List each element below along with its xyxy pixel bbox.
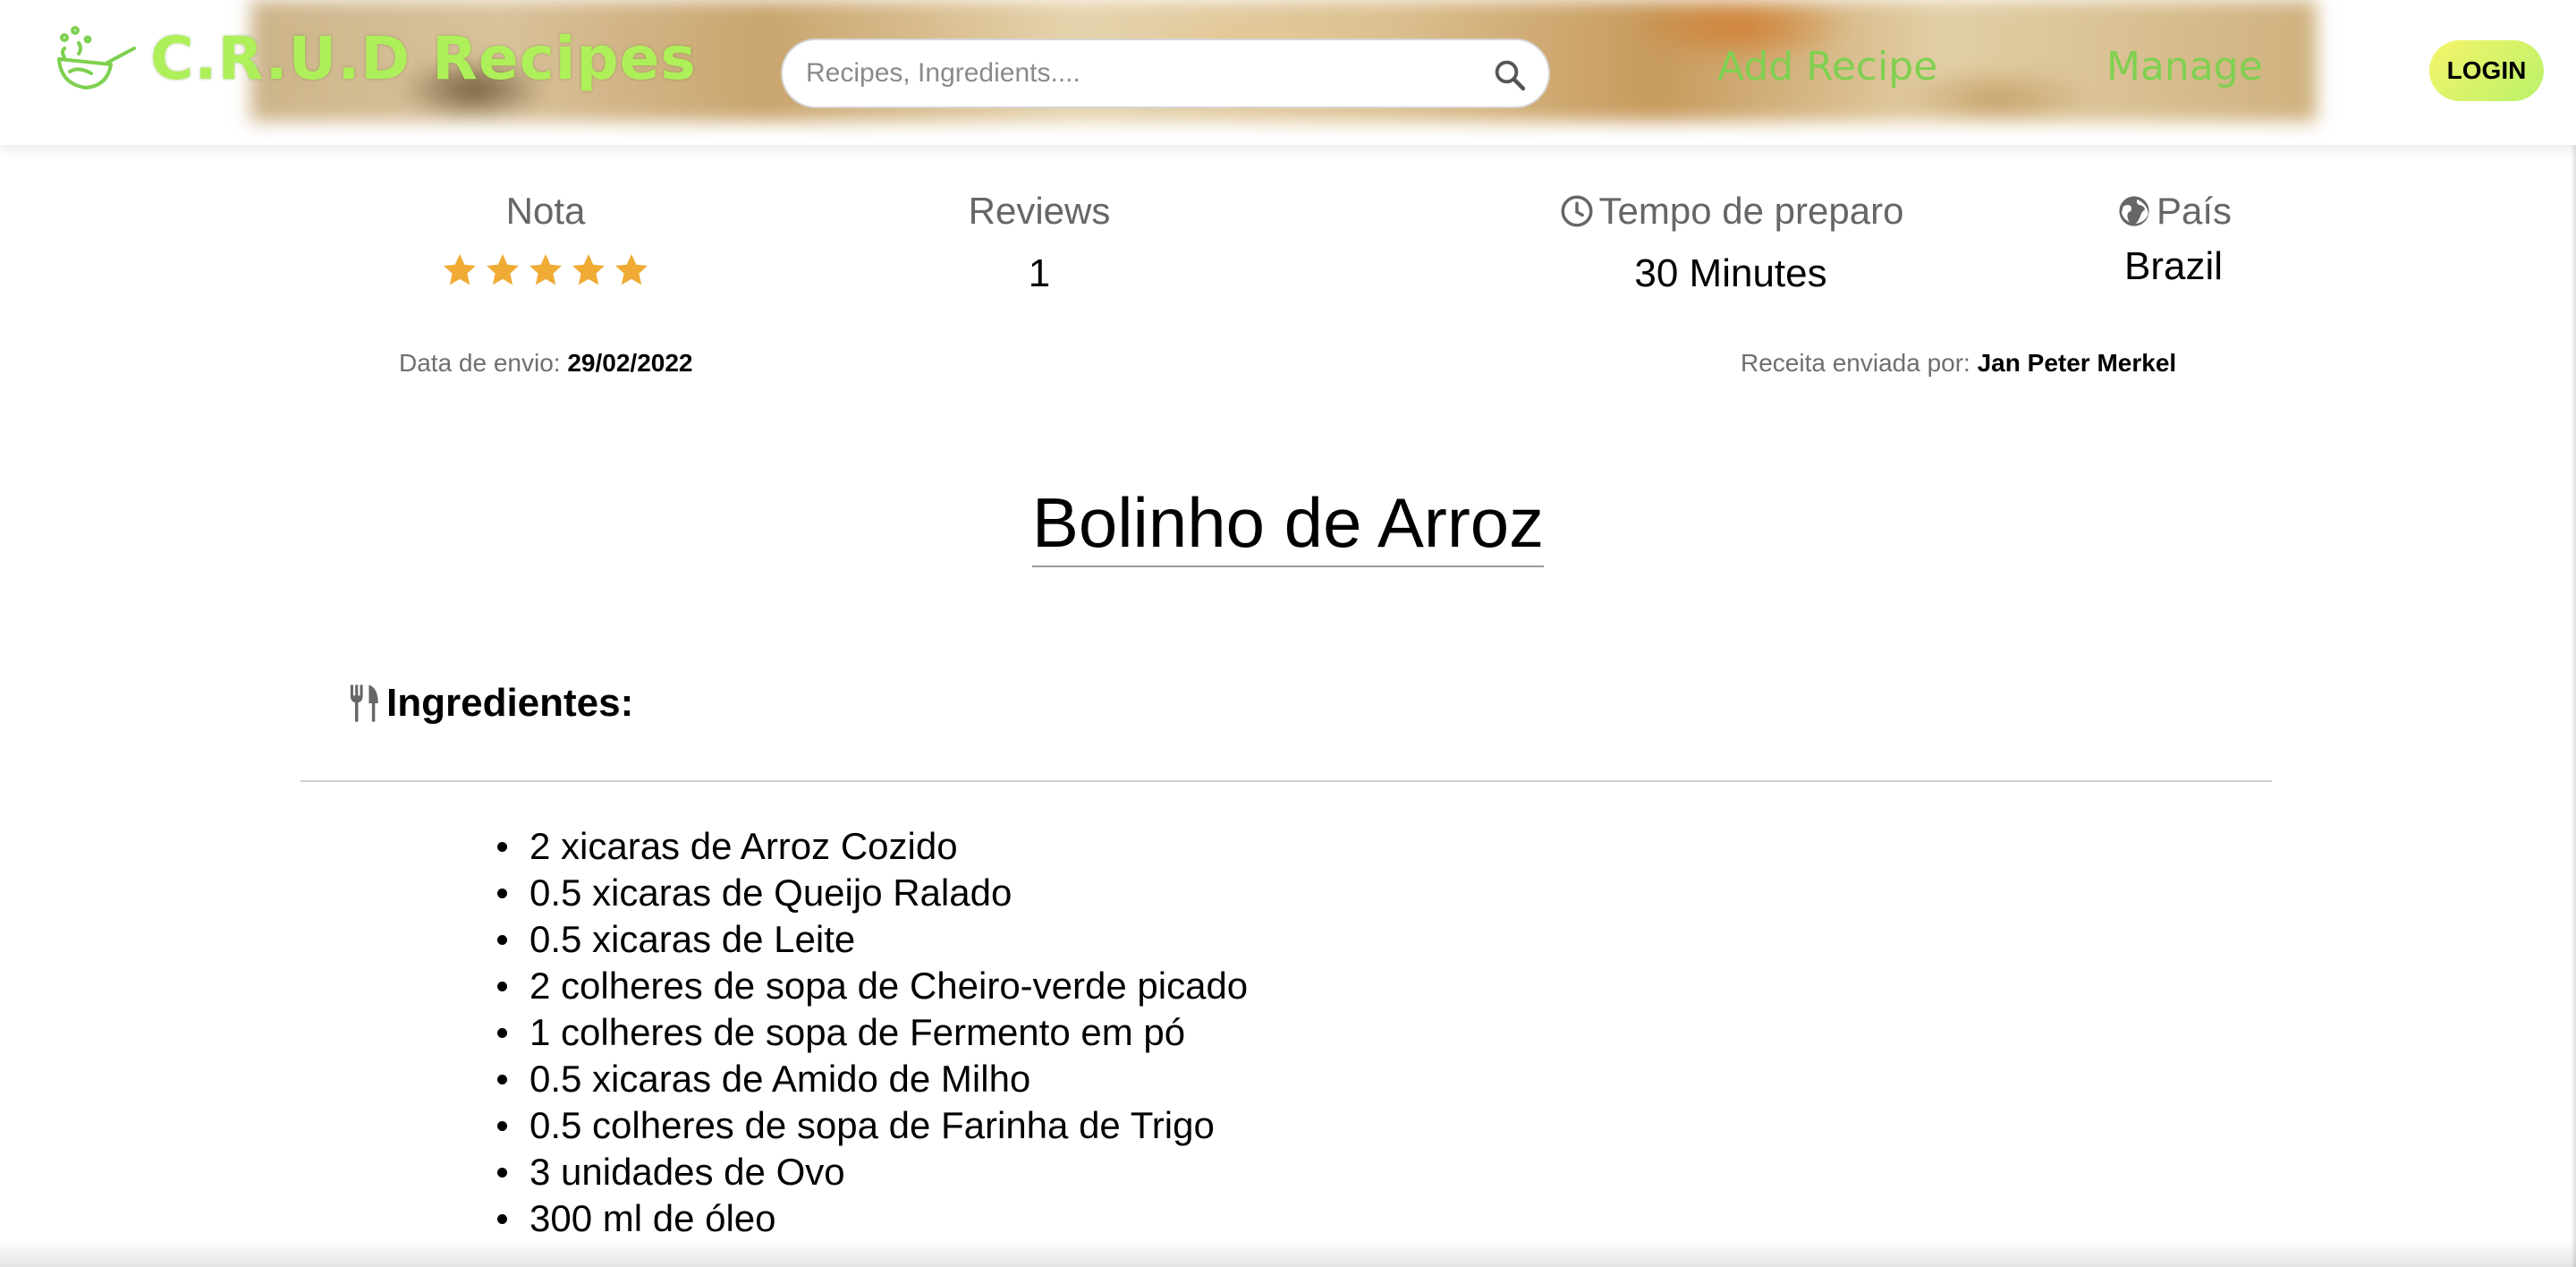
star-icon	[444, 254, 476, 285]
rating-label: Nota	[505, 190, 586, 232]
star-icon	[615, 254, 648, 285]
submission-date-label: Data de envio:	[399, 349, 561, 377]
ingredient-item: 0.5 xicaras de Amido de Milho	[496, 1056, 1248, 1102]
search-icon[interactable]	[1491, 56, 1529, 94]
ingredients-heading: Ingredientes:	[347, 680, 633, 727]
star-icon	[530, 254, 562, 285]
ingredients-title: Ingredientes:	[386, 681, 634, 725]
login-button[interactable]: LOGIN	[2429, 40, 2544, 101]
submitted-by: Receita enviada por: Jan Peter Merkel	[1741, 349, 2176, 378]
ingredient-item: 0.5 xicaras de Leite	[496, 916, 1248, 963]
reviews-count: 1	[1028, 251, 1051, 295]
ingredient-item: 1 colheres de sopa de Fermento em pó	[496, 1009, 1248, 1056]
ingredient-item: 2 colheres de sopa de Cheiro-verde picad…	[496, 963, 1248, 1009]
bottom-shadow	[0, 1240, 2576, 1267]
prep-time-label: Tempo de preparo	[1598, 190, 1904, 232]
ingredient-item: 3 unidades de Ovo	[496, 1149, 1248, 1195]
rating-stars	[411, 251, 680, 290]
prep-time-block: Tempo de preparo 30 Minutes	[1521, 188, 1941, 297]
logo-text: C.R.U.D Recipes	[150, 24, 697, 93]
clock-icon	[1561, 195, 1593, 227]
window-edge-shadow	[2571, 0, 2576, 1267]
nav-add-recipe-link[interactable]: Add Recipe	[1717, 40, 1937, 94]
wok-pan-icon	[57, 26, 136, 89]
fork-knife-icon	[350, 685, 378, 722]
country-value: Brazil	[2123, 244, 2224, 288]
top-navbar: C.R.U.D Recipes Add Recipe Manage LOGIN	[0, 0, 2576, 145]
recipe-title-text: Bolinho de Arroz	[1031, 481, 1545, 567]
star-icon	[487, 254, 519, 285]
ingredient-list: 2 xicaras de Arroz Cozido 0.5 xicaras de …	[496, 823, 1248, 1242]
ingredient-item: 0.5 colheres de sopa de Farinha de Trigo	[496, 1102, 1248, 1149]
reviews-label: Reviews	[968, 190, 1111, 232]
star-icon	[572, 254, 605, 285]
recipe-title: Bolinho de Arroz	[0, 481, 2576, 567]
reviews-block: Reviews 1	[905, 188, 1174, 297]
submission-date-value: 29/02/2022	[567, 349, 693, 377]
prep-time-value: 30 Minutes	[1634, 251, 1827, 295]
nav-manage-link[interactable]: Manage	[2106, 40, 2263, 94]
ingredient-item: 0.5 xicaras de Queijo Ralado	[496, 870, 1248, 916]
ingredient-item: 2 xicaras de Arroz Cozido	[496, 823, 1248, 870]
submitted-by-author: Jan Peter Merkel	[1977, 349, 2177, 377]
globe-icon	[2119, 196, 2149, 226]
country-label: País	[2156, 190, 2233, 232]
country-header: País	[2084, 188, 2263, 234]
submission-date: Data de envio: 29/02/2022	[399, 349, 693, 378]
submitted-by-label: Receita enviada por:	[1741, 349, 1970, 377]
country-block: País Brazil	[2084, 188, 2263, 290]
search-bar	[781, 38, 1550, 108]
prep-time-header: Tempo de preparo	[1521, 188, 1941, 234]
ingredient-item: 300 ml de óleo	[496, 1195, 1248, 1242]
rating-block: Nota	[411, 188, 680, 290]
search-input[interactable]	[804, 57, 1470, 89]
section-divider	[301, 780, 2272, 782]
logo-link[interactable]: C.R.U.D Recipes	[52, 21, 697, 97]
